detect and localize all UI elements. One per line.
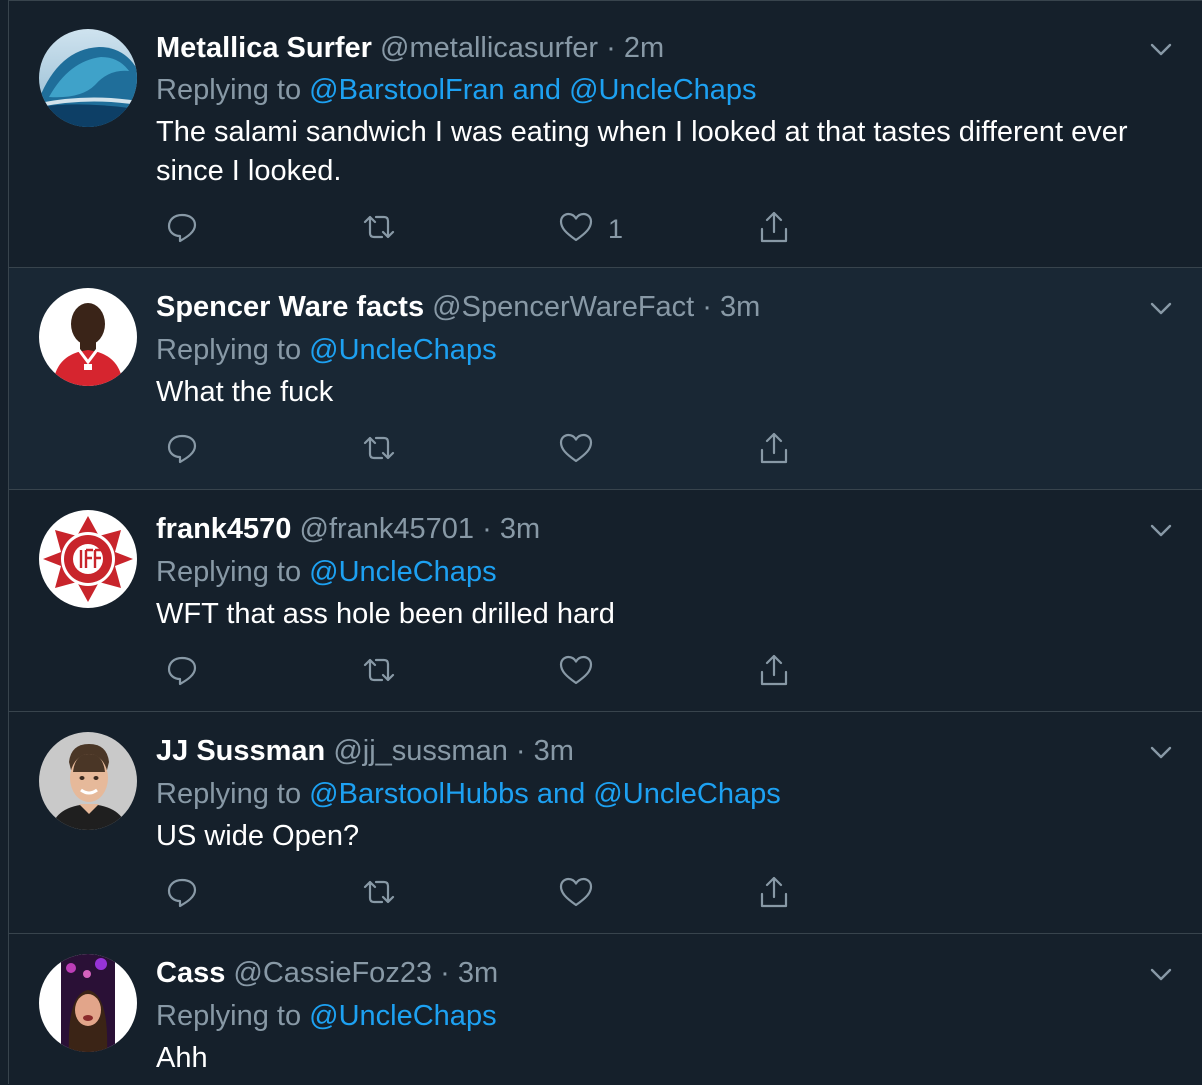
- tweet-actions: 1: [156, 209, 856, 249]
- reply-icon: [164, 874, 200, 915]
- avatar[interactable]: [39, 510, 137, 608]
- chevron-down-icon[interactable]: [1147, 35, 1175, 63]
- share-icon: [756, 652, 792, 693]
- tweet-text: WFT that ass hole been drilled hard: [156, 598, 615, 630]
- like-icon: [558, 209, 594, 250]
- avatar[interactable]: [39, 29, 137, 127]
- replying-mentions[interactable]: @UncleChaps: [309, 556, 496, 588]
- tweet-card[interactable]: Metallica Surfer @metallicasurfer · 2m R…: [9, 9, 1202, 268]
- tweet-card[interactable]: Cass @CassieFoz23 · 3m Replying to @Uncl…: [9, 934, 1202, 1085]
- replying-to: Replying to @BarstoolHubbs and @UncleCha…: [156, 777, 781, 811]
- display-name[interactable]: JJ Sussman: [156, 735, 325, 767]
- timestamp[interactable]: 3m: [720, 291, 760, 323]
- timestamp[interactable]: 2m: [624, 32, 664, 64]
- replying-mentions[interactable]: @BarstoolFran and @UncleChaps: [309, 74, 756, 106]
- reply-button[interactable]: [164, 430, 200, 470]
- retweet-icon: [361, 874, 397, 915]
- retweet-icon: [361, 652, 397, 693]
- tweet-card[interactable]: frank4570 @frank45701 · 3m Replying to @…: [9, 490, 1202, 712]
- tweet-header: Cass @CassieFoz23 · 3m: [156, 956, 498, 990]
- user-handle[interactable]: @metallicasurfer: [380, 32, 598, 64]
- replying-prefix: Replying to: [156, 74, 302, 106]
- timestamp[interactable]: 3m: [458, 957, 498, 989]
- user-handle[interactable]: @CassieFoz23: [233, 957, 432, 989]
- tweet-text: What the fuck: [156, 376, 334, 408]
- reply-button[interactable]: [164, 874, 200, 914]
- tweet-actions: [156, 430, 856, 470]
- replying-mentions[interactable]: @UncleChaps: [309, 1000, 496, 1032]
- chevron-down-icon[interactable]: [1147, 960, 1175, 988]
- tweet-text: The salami sandwich I was eating when I …: [156, 116, 1128, 187]
- separator-dot: ·: [482, 513, 492, 545]
- like-button[interactable]: 1: [558, 209, 623, 249]
- replying-to: Replying to @UncleChaps: [156, 333, 497, 367]
- avatar[interactable]: [39, 954, 137, 1052]
- chevron-down-icon[interactable]: [1147, 294, 1175, 322]
- separator-dot: ·: [702, 291, 712, 323]
- chevron-down-icon[interactable]: [1147, 516, 1175, 544]
- tweet-card[interactable]: JJ Sussman @jj_sussman · 3m Replying to …: [9, 712, 1202, 934]
- like-button[interactable]: [558, 652, 608, 692]
- reply-icon: [164, 652, 200, 693]
- share-icon: [756, 874, 792, 915]
- tweet-header: Spencer Ware facts @SpencerWareFact · 3m: [156, 290, 760, 324]
- share-button[interactable]: [756, 652, 792, 692]
- reply-icon: [164, 430, 200, 471]
- share-button[interactable]: [756, 209, 792, 249]
- replying-to: Replying to @UncleChaps: [156, 555, 497, 589]
- like-icon: [558, 430, 594, 471]
- retweet-icon: [361, 430, 397, 471]
- retweet-button[interactable]: [361, 652, 397, 692]
- tweet-text: US wide Open?: [156, 820, 360, 852]
- tweet-text: Ahh: [156, 1042, 208, 1074]
- user-handle[interactable]: @SpencerWareFact: [432, 291, 694, 323]
- avatar[interactable]: [39, 732, 137, 830]
- like-icon: [558, 874, 594, 915]
- replying-prefix: Replying to: [156, 556, 302, 588]
- separator-dot: ·: [606, 32, 616, 64]
- reply-button[interactable]: [164, 209, 200, 249]
- replying-prefix: Replying to: [156, 334, 302, 366]
- replying-prefix: Replying to: [156, 778, 302, 810]
- timeline-feed: Metallica Surfer @metallicasurfer · 2m R…: [8, 0, 1202, 1084]
- replying-to: Replying to @UncleChaps: [156, 999, 497, 1033]
- replying-mentions[interactable]: @UncleChaps: [309, 334, 496, 366]
- share-icon: [756, 209, 792, 250]
- share-icon: [756, 430, 792, 471]
- tweet-actions: [156, 652, 856, 692]
- display-name[interactable]: Cass: [156, 957, 225, 989]
- share-button[interactable]: [756, 430, 792, 470]
- replying-to: Replying to @BarstoolFran and @UncleChap…: [156, 73, 757, 107]
- separator-dot: ·: [515, 735, 526, 767]
- like-icon: [558, 652, 594, 693]
- like-button[interactable]: [558, 430, 608, 470]
- display-name[interactable]: Metallica Surfer: [156, 32, 372, 64]
- replying-mentions[interactable]: @BarstoolHubbs and @UncleChaps: [309, 778, 781, 810]
- replying-prefix: Replying to: [156, 1000, 302, 1032]
- retweet-button[interactable]: [361, 430, 397, 470]
- tweet-actions: [156, 874, 856, 914]
- reply-icon: [164, 209, 200, 250]
- retweet-icon: [361, 209, 397, 250]
- reply-button[interactable]: [164, 652, 200, 692]
- tweet-card[interactable]: Spencer Ware facts @SpencerWareFact · 3m…: [9, 268, 1202, 490]
- retweet-button[interactable]: [361, 209, 397, 249]
- retweet-button[interactable]: [361, 874, 397, 914]
- share-button[interactable]: [756, 874, 792, 914]
- avatar[interactable]: [39, 288, 137, 386]
- user-handle[interactable]: @jj_sussman: [333, 735, 508, 767]
- tweet-header: Metallica Surfer @metallicasurfer · 2m: [156, 31, 664, 65]
- like-count: 1: [608, 213, 624, 244]
- tweet-header: JJ Sussman @jj_sussman · 3m: [156, 734, 574, 768]
- tweet-header: frank4570 @frank45701 · 3m: [156, 512, 540, 546]
- chevron-down-icon[interactable]: [1147, 738, 1175, 766]
- timestamp[interactable]: 3m: [534, 735, 574, 767]
- timestamp[interactable]: 3m: [500, 513, 540, 545]
- like-button[interactable]: [558, 874, 608, 914]
- user-handle[interactable]: @frank45701: [300, 513, 475, 545]
- display-name[interactable]: frank4570: [156, 513, 291, 545]
- separator-dot: ·: [440, 957, 450, 989]
- display-name[interactable]: Spencer Ware facts: [156, 291, 424, 323]
